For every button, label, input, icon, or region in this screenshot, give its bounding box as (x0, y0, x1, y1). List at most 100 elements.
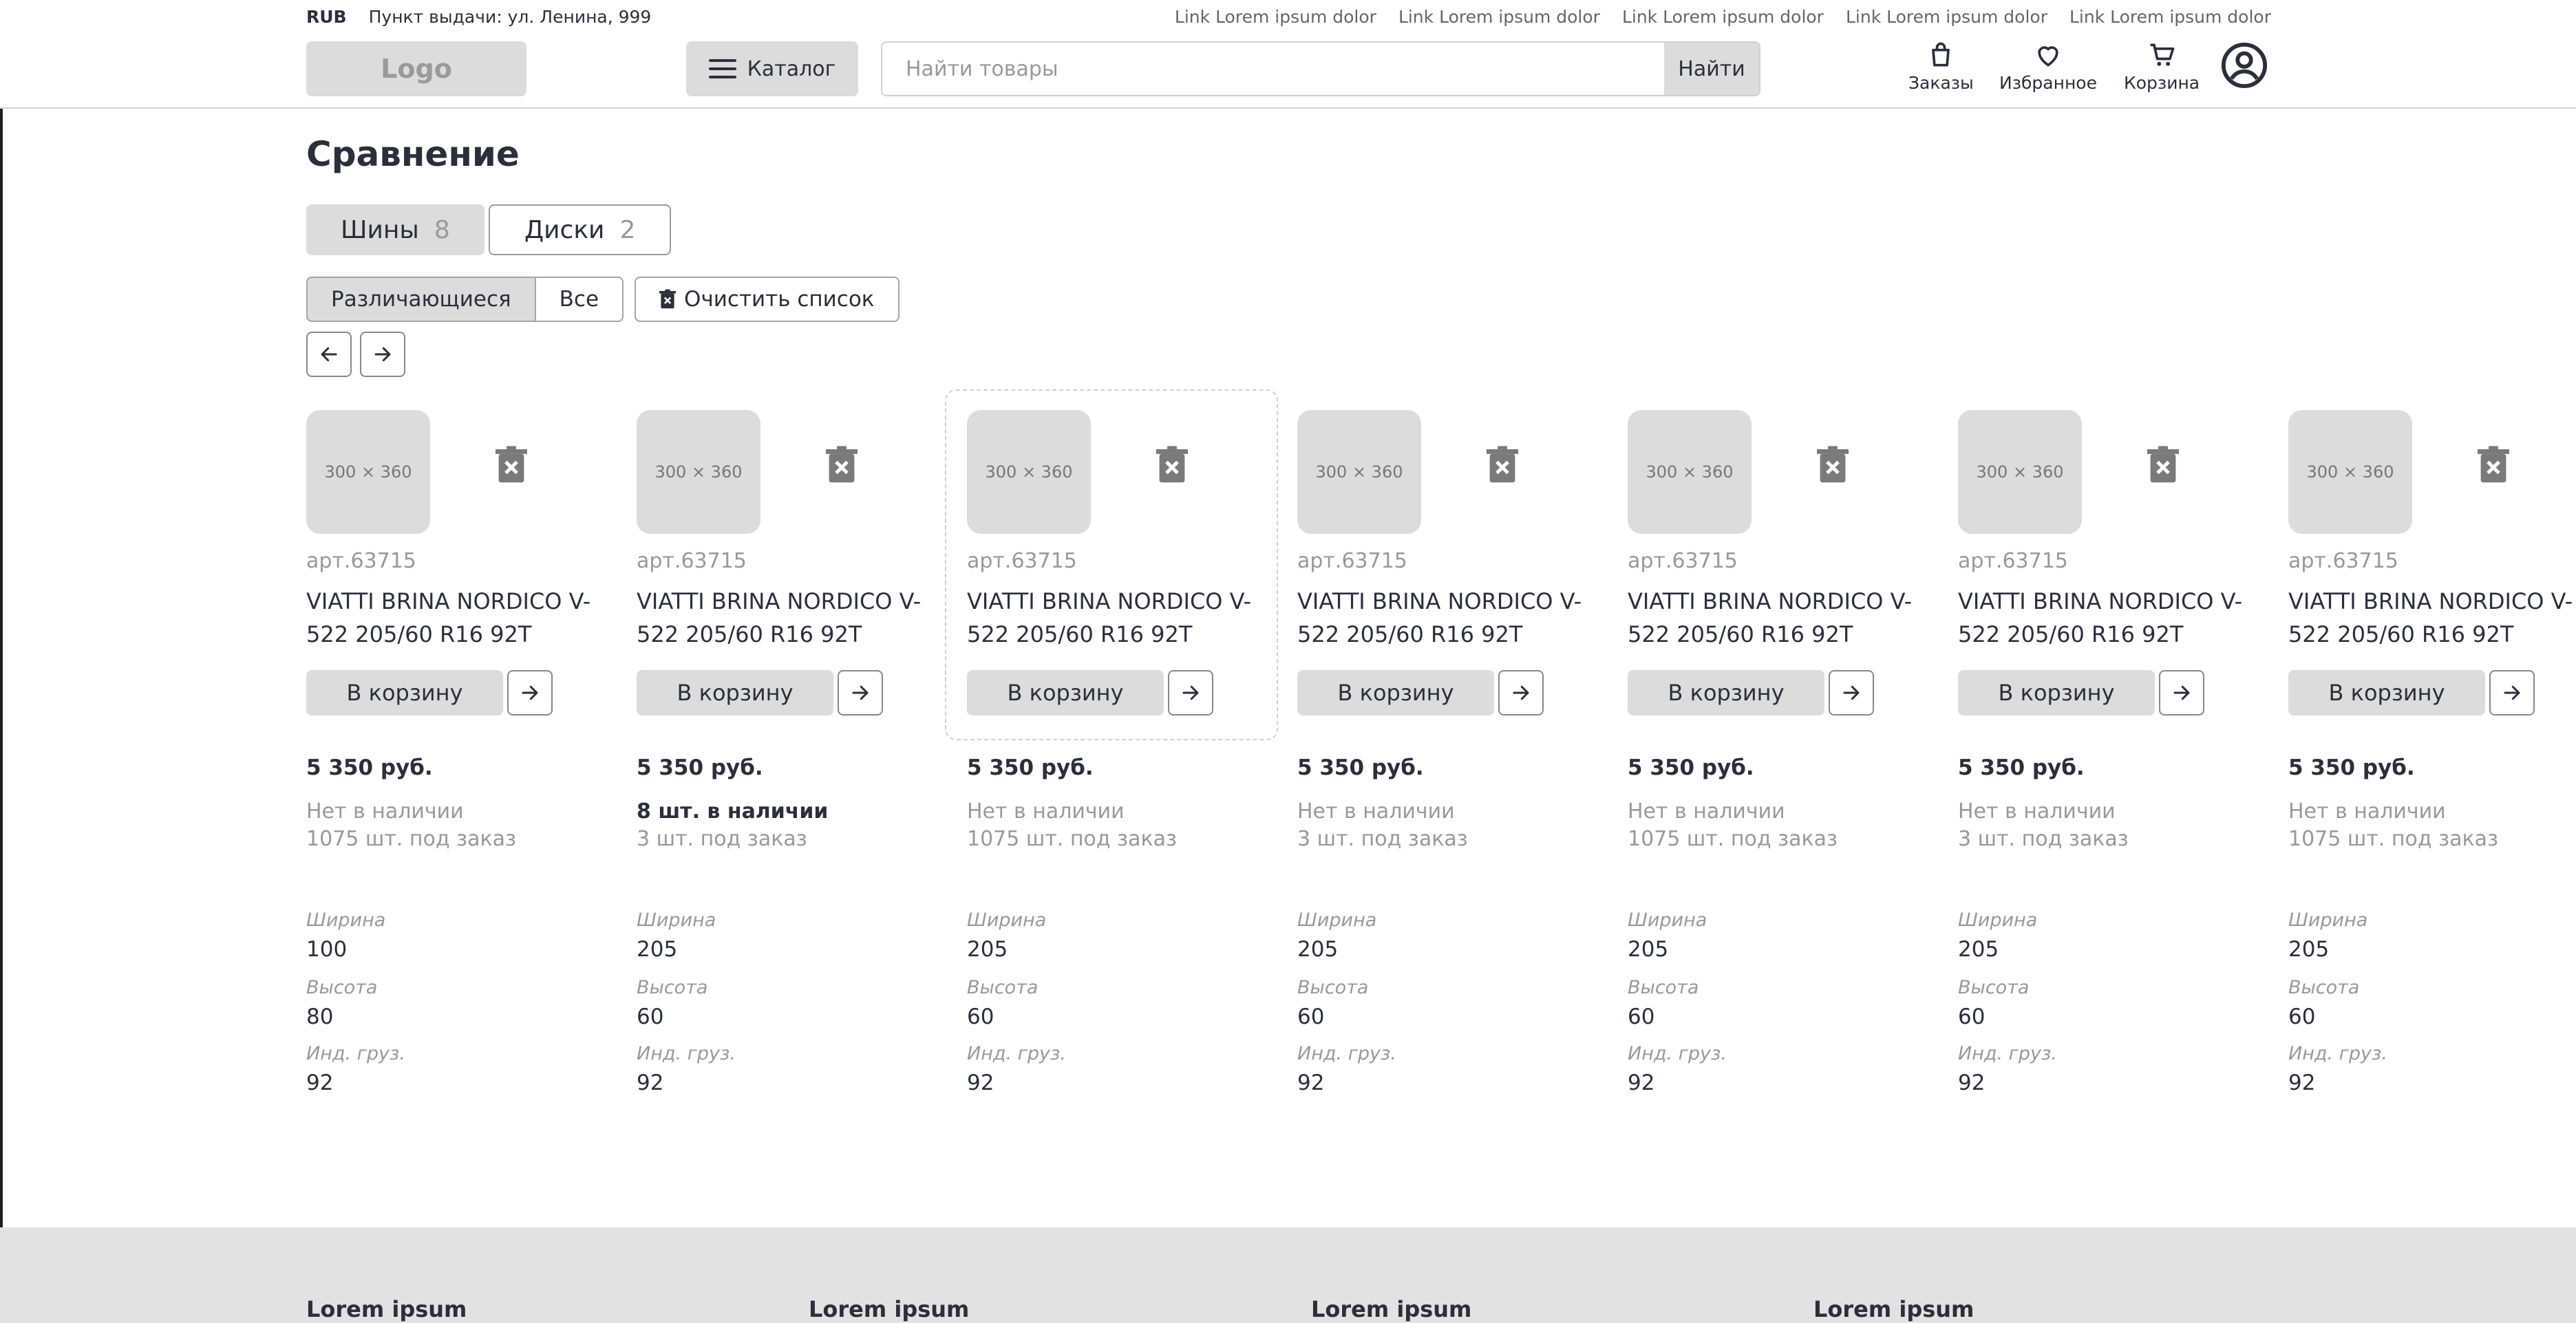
account-icon[interactable] (2220, 41, 2268, 89)
product-name[interactable]: VIATTI BRINA NORDICO V-522 205/60 R16 92… (2288, 585, 2576, 651)
product-name[interactable]: VIATTI BRINA NORDICO V-522 205/60 R16 92… (1297, 585, 1600, 651)
trash-icon[interactable] (1487, 446, 1518, 484)
logo[interactable]: Logo (306, 41, 526, 96)
product-price: 5 350 руб. (1958, 755, 2085, 780)
open-product-button[interactable] (838, 670, 883, 716)
param-label-width: Ширина (306, 910, 386, 931)
param-value-load: 92 (967, 1071, 994, 1095)
param-label-height: Высота (306, 977, 378, 998)
top-link[interactable]: Link Lorem ipsum dolor (1846, 7, 2047, 27)
product-image[interactable]: 300 × 360 (306, 410, 430, 534)
product-name[interactable]: VIATTI BRINA NORDICO V-522 205/60 R16 92… (637, 585, 939, 651)
param-label-width: Ширина (637, 910, 716, 931)
add-to-cart-button[interactable]: В корзину (967, 670, 1164, 716)
add-to-cart-button[interactable]: В корзину (1958, 670, 2155, 716)
add-to-cart-button[interactable]: В корзину (2288, 670, 2485, 716)
top-link[interactable]: Link Lorem ipsum dolor (2069, 7, 2271, 27)
product-price: 5 350 руб. (1297, 755, 1424, 780)
stock-status: Нет в наличии (306, 799, 464, 824)
filter-all-button[interactable]: Все (534, 277, 624, 322)
image-placeholder-label: 300 × 360 (1976, 462, 2064, 482)
param-value-load: 92 (1628, 1071, 1655, 1095)
scroll-right-button[interactable] (360, 332, 405, 377)
param-label-width: Ширина (1297, 910, 1377, 931)
param-label-height: Высота (637, 977, 708, 998)
order-quantity: 1075 шт. под заказ (2288, 827, 2498, 851)
open-product-button[interactable] (2489, 670, 2535, 716)
clear-list-button[interactable]: Очистить список (635, 277, 900, 322)
product-price: 5 350 руб. (967, 755, 1094, 780)
trash-icon[interactable] (1817, 446, 1849, 484)
param-label-load: Инд. груз. (1958, 1043, 2057, 1064)
param-value-height: 60 (967, 1004, 994, 1029)
image-placeholder-label: 300 × 360 (985, 462, 1073, 482)
product-article: арт.63715 (1958, 549, 2068, 573)
param-label-load: Инд. груз. (1297, 1043, 1396, 1064)
search-input[interactable] (882, 43, 1664, 95)
order-quantity: 1075 шт. под заказ (967, 827, 1177, 851)
pickup-point-link[interactable]: Пункт выдачи: ул. Ленина, 999 (369, 7, 652, 27)
product-image[interactable]: 300 × 360 (1958, 410, 2082, 534)
param-value-width: 205 (1297, 937, 1339, 962)
trash-icon[interactable] (2478, 446, 2509, 484)
top-link[interactable]: Link Lorem ipsum dolor (1398, 7, 1600, 27)
trash-icon[interactable] (496, 446, 527, 484)
trash-icon[interactable] (826, 446, 858, 484)
order-quantity: 3 шт. под заказ (1297, 827, 1468, 851)
arrow-right-icon (374, 347, 391, 362)
product-name[interactable]: VIATTI BRINA NORDICO V-522 205/60 R16 92… (1628, 585, 1930, 651)
product-image[interactable]: 300 × 360 (1297, 410, 1421, 534)
trash-icon[interactable] (1156, 446, 1188, 484)
trash-icon[interactable] (2147, 446, 2179, 484)
orders-link[interactable]: Заказы (1908, 40, 1974, 93)
currency-selector[interactable]: RUB (306, 7, 347, 27)
param-label-height: Высота (967, 977, 1039, 998)
open-product-button[interactable] (2159, 670, 2204, 716)
top-link[interactable]: Link Lorem ipsum dolor (1175, 7, 1376, 27)
catalog-label: Каталог (747, 56, 836, 81)
page-title: Сравнение (306, 134, 520, 174)
param-value-height: 60 (1628, 1004, 1655, 1029)
product-name[interactable]: VIATTI BRINA NORDICO V-522 205/60 R16 92… (1958, 585, 2261, 651)
scroll-left-button[interactable] (306, 332, 352, 377)
catalog-button[interactable]: Каталог (686, 41, 858, 96)
param-value-load: 92 (637, 1071, 664, 1095)
cart-link[interactable]: Корзина (2124, 40, 2200, 93)
product-image[interactable]: 300 × 360 (1628, 410, 1752, 534)
product-image[interactable]: 300 × 360 (2288, 410, 2412, 534)
param-value-load: 92 (1297, 1071, 1325, 1095)
tab-count: 2 (619, 215, 636, 244)
stock-status: Нет в наличии (1297, 799, 1455, 824)
open-product-button[interactable] (1829, 670, 1874, 716)
add-to-cart-button[interactable]: В корзину (637, 670, 833, 716)
param-value-width: 205 (2288, 937, 2330, 962)
open-product-button[interactable] (1168, 670, 1213, 716)
param-value-width: 205 (967, 937, 1008, 962)
product-image[interactable]: 300 × 360 (637, 410, 760, 534)
image-placeholder-label: 300 × 360 (2306, 462, 2394, 482)
top-link[interactable]: Link Lorem ipsum dolor (1622, 7, 1824, 27)
product-image[interactable]: 300 × 360 (967, 410, 1091, 534)
footer-column-title: Lorem ipsum (809, 1296, 970, 1322)
tab-tyres[interactable]: Шины 8 (306, 204, 485, 255)
order-quantity: 1075 шт. под заказ (306, 827, 516, 851)
add-to-cart-button[interactable]: В корзину (1297, 670, 1494, 716)
open-product-button[interactable] (1498, 670, 1544, 716)
product-name[interactable]: VIATTI BRINA NORDICO V-522 205/60 R16 92… (967, 585, 1270, 651)
product-name[interactable]: VIATTI BRINA NORDICO V-522 205/60 R16 92… (306, 585, 609, 651)
favorites-label: Избранное (1999, 73, 2097, 93)
add-to-cart-button[interactable]: В корзину (306, 670, 503, 716)
tab-wheels[interactable]: Диски 2 (489, 204, 672, 255)
open-product-button[interactable] (507, 670, 553, 716)
add-to-cart-button[interactable]: В корзину (1628, 670, 1824, 716)
window-edge (0, 0, 3, 1323)
filter-different-button[interactable]: Различающиеся (306, 277, 535, 322)
arrow-right-icon (1843, 685, 1860, 700)
clear-list-label: Очистить список (684, 287, 875, 312)
image-placeholder-label: 300 × 360 (1315, 462, 1403, 482)
param-label-load: Инд. груз. (2288, 1043, 2387, 1064)
search-button[interactable]: Найти (1664, 43, 1759, 95)
favorites-link[interactable]: Избранное (1999, 40, 2097, 93)
stock-status: Нет в наличии (967, 799, 1125, 824)
heart-icon (2038, 46, 2058, 67)
